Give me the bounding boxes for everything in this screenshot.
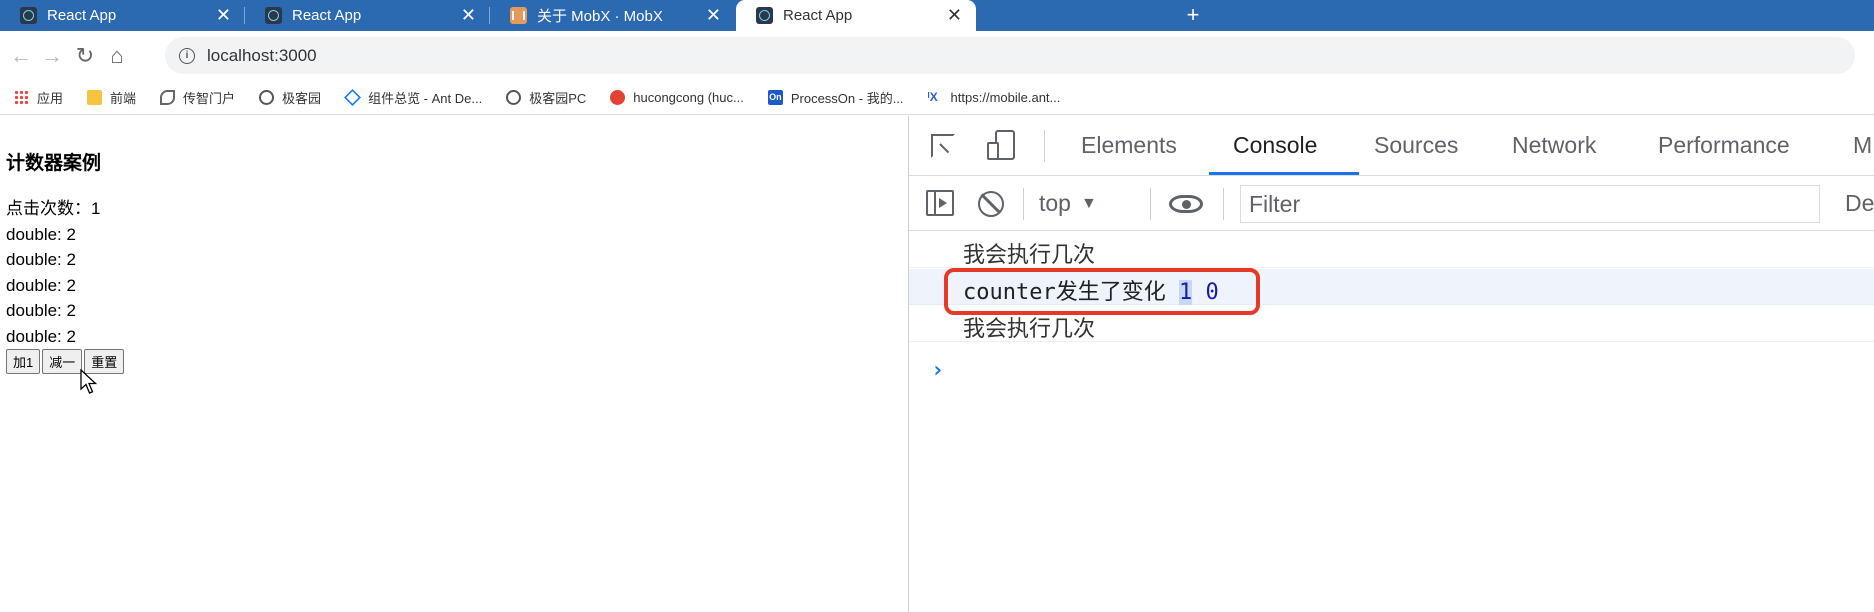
ant-mobile-icon: ᴵX [927,90,938,104]
execution-context-select[interactable]: top ▼ [1039,176,1097,231]
url-text[interactable]: localhost:3000 [207,46,317,66]
eye-icon[interactable] [1169,195,1203,213]
bookmark-processon[interactable]: On ProcessOn - 我的... [767,88,904,107]
browser-tab-strip: React App ✕ React App ✕ 关于 MobX · MobX ✕… [0,0,1874,31]
clear-console-icon[interactable] [978,191,1004,217]
add-one-button[interactable]: 加1 [6,349,41,374]
double-text: double: 2 [6,275,76,295]
reload-icon[interactable]: ↻ [70,41,100,71]
tab-elements[interactable]: Elements [1081,116,1177,176]
swirl-icon [160,90,176,105]
message-text: 我会执行几次 [963,243,1096,268]
tab-react-app-active[interactable]: React App ✕ [736,0,976,31]
tab-mobx[interactable]: 关于 MobX · MobX ✕ [490,0,735,31]
counter-output: 点击次数：1 double: 2 double: 2 double: 2 dou… [6,196,100,349]
page-viewport: 计数器案例 点击次数：1 double: 2 double: 2 double:… [0,116,908,612]
bookmarks-bar: 应用 前端 传智门户 极客园 组件总览 - Ant De... 极客园PC hu… [0,81,1874,115]
mouse-cursor-icon [80,369,98,394]
message-text: 我会执行几次 [963,317,1096,342]
bookmark-frontend[interactable]: 前端 [87,88,136,107]
tab-performance[interactable]: Performance [1658,116,1790,176]
console-toolbar: top ▼ De [909,176,1874,231]
bookmark-label: hucongcong (huc... [633,90,744,105]
double-text: double: 2 [6,224,76,244]
console-message: 我会执行几次 [909,232,1874,268]
context-value: top [1039,190,1071,216]
circle-icon [259,90,275,105]
react-icon [20,7,37,24]
react-icon [265,7,282,24]
bookmark-ant-mobile[interactable]: ᴵX https://mobile.ant... [928,90,1061,105]
address-bar[interactable]: i localhost:3000 [165,37,1855,74]
bookmark-label: 传智门户 [183,91,236,106]
react-icon [756,7,773,24]
toolbar-divider [1150,188,1151,220]
tab-react-app-1[interactable]: React App ✕ [0,0,245,31]
toolbar-divider [1044,130,1045,162]
tab-sources[interactable]: Sources [1374,116,1458,176]
tab-react-app-2[interactable]: React App ✕ [245,0,490,31]
toolbar-divider [1223,188,1224,220]
bookmark-label: https://mobile.ant... [950,90,1061,105]
chevron-down-icon: ▼ [1080,195,1097,212]
bookmark-label: ProcessOn - 我的... [790,91,904,106]
bookmark-itcast[interactable]: 传智门户 [160,88,235,107]
console-filter-input[interactable] [1240,185,1820,223]
console-messages: 我会执行几次 counter发生了变化 1 0 我会执行几次 › [909,232,1874,612]
subtract-one-button[interactable]: 减一 [42,349,83,374]
bookmark-apps[interactable]: 应用 [14,88,63,107]
close-icon[interactable]: ✕ [947,5,962,26]
apps-grid-icon [14,90,29,105]
double-text: double: 2 [6,301,76,320]
tab-more[interactable]: M [1853,116,1872,176]
bookmark-label: 极客园PC [529,91,587,106]
bookmark-label: 应用 [37,91,64,106]
bookmark-antd[interactable]: 组件总览 - Ant De... [344,88,483,107]
circle-icon [506,90,522,105]
home-icon[interactable]: ⌂ [102,41,132,71]
ant-design-icon [344,89,362,106]
folder-icon [87,90,103,105]
processon-icon: On [767,90,783,105]
new-tab-button[interactable]: + [1180,0,1206,31]
console-prompt-icon[interactable]: › [931,358,944,383]
tab-title: React App [783,7,853,24]
device-toolbar-icon[interactable] [987,130,1015,160]
devtools-panel: Elements Console Sources Network Perform… [908,116,1874,612]
close-icon[interactable]: ✕ [216,5,231,26]
console-sidebar-icon[interactable] [926,190,954,216]
device-frame-small [987,142,999,160]
double-text: double: 2 [6,250,76,269]
close-icon[interactable]: ✕ [461,5,476,26]
inspect-element-icon[interactable] [931,134,955,158]
devtools-tab-bar: Elements Console Sources Network Perform… [909,116,1874,176]
bookmark-label: 前端 [110,91,137,106]
toolbar-divider [1023,188,1024,220]
back-icon[interactable]: ← [6,41,36,71]
click-count-text: 点击次数：1 [6,199,101,218]
forward-icon[interactable]: → [37,41,67,71]
mobx-icon [510,7,527,24]
tab-title: 关于 MobX · MobX [537,8,663,25]
info-icon[interactable]: i [179,47,195,64]
bookmark-label: 组件总览 - Ant De... [368,91,483,106]
page-title: 计数器案例 [6,153,102,174]
log-levels-select[interactable]: De [1845,176,1874,231]
bookmark-gitee[interactable]: hucongcong (huc... [610,90,744,105]
tab-title: React App [292,7,362,24]
close-icon[interactable]: ✕ [706,5,721,26]
bookmark-geekpark-pc[interactable]: 极客园PC [506,88,586,107]
tab-network[interactable]: Network [1512,116,1596,176]
active-tab-underline [1209,172,1359,175]
browser-toolbar: ← → ↻ ⌂ i localhost:3000 [0,31,1874,81]
tab-console[interactable]: Console [1233,116,1317,176]
double-text: double: 2 [6,326,76,346]
bookmark-label: 极客园 [282,91,322,106]
bookmark-geekpark[interactable]: 极客园 [259,88,321,107]
tab-title: React App [47,7,117,24]
gitee-icon [610,90,626,105]
counter-buttons: 加1 减一 重置 [6,349,126,374]
highlight-annotation [944,268,1260,315]
